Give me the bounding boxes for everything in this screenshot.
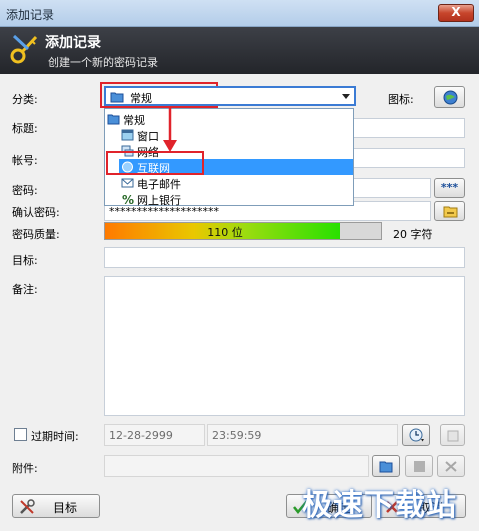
password-quality-chars: 20 字符 — [393, 228, 433, 241]
title-label: 标题: — [12, 122, 38, 135]
clock-icon — [409, 428, 424, 442]
icon-picker-button[interactable] — [434, 86, 465, 108]
close-button[interactable]: X — [438, 4, 474, 22]
notes-textarea[interactable] — [104, 276, 465, 416]
tools-button[interactable]: 目标 — [12, 494, 100, 518]
title-bar: 添加记录 X — [0, 0, 479, 27]
attachment-input[interactable] — [104, 455, 369, 477]
save-icon — [414, 461, 425, 472]
email-icon — [121, 178, 134, 188]
window-title: 添加记录 — [6, 8, 55, 22]
watermark-text: 极速下载站 — [302, 488, 457, 523]
attachment-save-button[interactable] — [405, 455, 433, 477]
calendar-icon — [447, 430, 459, 442]
account-label: 帐号: — [12, 154, 38, 167]
target-label: 目标: — [12, 254, 38, 267]
annotation-arrow-icon — [163, 108, 177, 152]
password-quality-bar: 110 位 — [104, 222, 382, 240]
dropdown-option-general[interactable]: 常规 — [105, 111, 353, 127]
confirm-password-label: 确认密码: — [12, 206, 60, 219]
folder-icon — [107, 114, 120, 125]
dropdown-option-bank[interactable]: % 网上银行 — [119, 191, 353, 207]
attachment-label: 附件: — [12, 462, 38, 475]
expiry-date-input[interactable]: 12-28-2999 — [104, 424, 205, 446]
remove-icon — [445, 461, 457, 472]
category-label: 分类: — [12, 93, 38, 106]
tools-icon — [20, 499, 35, 514]
expiry-date-value: 12-28-2999 — [109, 429, 173, 442]
generate-password-button[interactable] — [434, 201, 465, 221]
header-banner: 添加记录 创建一个新的密码记录 — [0, 27, 479, 74]
globe-icon — [443, 90, 458, 105]
chevron-down-icon — [342, 94, 350, 99]
svg-text:%: % — [122, 193, 134, 205]
expiry-checkbox[interactable] — [14, 428, 27, 441]
expiry-label: 过期时间: — [31, 430, 79, 443]
bank-icon: % — [122, 193, 134, 205]
notes-label: 备注: — [12, 283, 38, 296]
expiry-clear-button[interactable] — [440, 424, 465, 446]
folder-open-icon — [379, 461, 393, 473]
expiry-presets-button[interactable] — [402, 424, 430, 446]
key-pen-icon — [10, 34, 38, 64]
show-password-button[interactable]: *** — [434, 178, 465, 198]
window-icon — [121, 129, 134, 141]
target-input[interactable] — [104, 247, 465, 268]
folder-icon — [110, 92, 124, 103]
expiry-time-input[interactable]: 23:59:59 — [207, 424, 398, 446]
attachment-open-button[interactable] — [372, 455, 400, 477]
password-quality-bits: 110 位 — [207, 226, 243, 239]
password-quality-label: 密码质量: — [12, 228, 60, 241]
password-label: 密码: — [12, 184, 38, 197]
tools-button-label: 目标 — [53, 501, 78, 515]
attachment-remove-button[interactable] — [437, 455, 465, 477]
dropdown-option-email[interactable]: 电子邮件 — [119, 175, 353, 191]
folder-key-icon — [443, 206, 458, 218]
dropdown-option-window[interactable]: 窗口 — [119, 127, 353, 143]
category-select[interactable]: 常规 — [104, 86, 356, 106]
annotation-highlight-option — [106, 151, 204, 175]
icon-label: 图标: — [388, 93, 414, 106]
header-subtitle: 创建一个新的密码记录 — [48, 56, 158, 69]
header-title: 添加记录 — [45, 35, 101, 51]
expiry-time-value: 23:59:59 — [212, 429, 262, 442]
category-select-value: 常规 — [130, 92, 152, 105]
